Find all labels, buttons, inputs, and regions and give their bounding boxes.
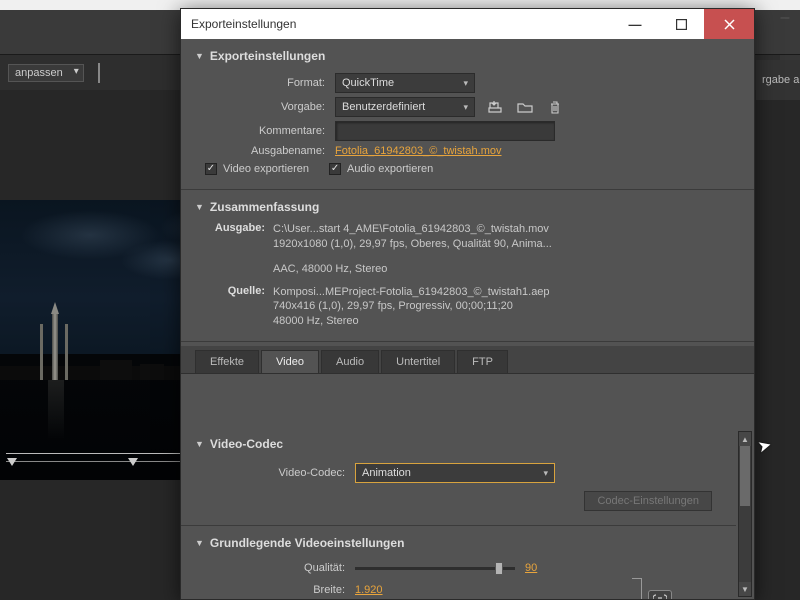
section-title: Video-Codec [210,437,283,451]
close-button[interactable] [704,9,754,39]
tab-audio[interactable]: Audio [321,350,379,373]
tab-effects[interactable]: Effekte [195,350,259,373]
constrain-proportions-icon[interactable] [648,590,672,599]
vertical-scrollbar[interactable]: ▲ ▼ [738,431,752,597]
summary-source-text: Komposi...MEProject-Fotolia_61942803_©_t… [273,285,550,330]
video-codec-header[interactable]: ▼ Video-Codec [195,433,722,457]
scroll-down-arrow[interactable]: ▼ [739,582,751,596]
dialog-body: ▼ Exporteinstellungen Format: QuickTime … [181,39,754,599]
quality-value[interactable]: 90 [525,562,537,574]
preset-label: Vorgabe: [195,101,325,113]
right-panel-fragment: rgabe a [756,60,800,100]
chevron-down-icon: ▼ [195,51,204,61]
save-preset-icon[interactable] [485,98,505,116]
maximize-button[interactable] [658,9,704,39]
tab-video[interactable]: Video [261,350,319,373]
tab-ftp[interactable]: FTP [457,350,508,373]
format-dropdown[interactable]: QuickTime [335,73,475,93]
export-audio-label: Audio exportieren [347,163,433,175]
basic-video-section: ▼ Grundlegende Videoeinstellungen Qualit… [181,526,736,599]
export-settings-section: ▼ Exporteinstellungen Format: QuickTime … [181,39,754,190]
summary-output-label: Ausgabe: [203,222,265,277]
dialog-title-text: Exporteinstellungen [191,17,296,31]
summary-output-text: C:\User...start 4_AME\Fotolia_61942803_©… [273,222,552,277]
video-tab-scroll-area: ▼ Video-Codec Video-Codec: Animation Cod… [181,427,736,599]
basic-video-header[interactable]: ▼ Grundlegende Videoeinstellungen [195,532,722,556]
video-codec-section: ▼ Video-Codec Video-Codec: Animation Cod… [181,427,736,526]
fit-dropdown[interactable]: anpassen [8,64,84,82]
panel-divider-icon [98,63,118,83]
dialog-titlebar[interactable]: Exporteinstellungen — [181,9,754,39]
dimension-link-bracket [632,578,642,599]
export-video-checkbox[interactable]: ✓ [205,163,217,175]
import-preset-icon[interactable] [515,98,535,116]
comments-label: Kommentare: [195,125,325,137]
chevron-down-icon: ▼ [195,439,204,449]
comments-input[interactable] [335,121,555,141]
summary-header[interactable]: ▼ Zusammenfassung [195,196,740,220]
video-codec-dropdown[interactable]: Animation [355,463,555,483]
in-point-marker[interactable] [7,458,17,466]
width-label: Breite: [195,584,345,596]
chevron-down-icon: ▼ [195,538,204,548]
video-codec-label: Video-Codec: [195,467,345,479]
export-video-label: Video exportieren [223,163,309,175]
section-title: Grundlegende Videoeinstellungen [210,536,404,550]
summary-section: ▼ Zusammenfassung Ausgabe: C:\User...sta… [181,190,754,342]
chevron-down-icon: ▼ [195,202,204,212]
codec-settings-button: Codec-Einstellungen [584,491,712,511]
summary-source-label: Quelle: [203,285,265,330]
export-settings-dialog: Exporteinstellungen — ▼ Exporteinstellun… [180,8,755,600]
settings-tabs: Effekte Video Audio Untertitel FTP [181,346,754,374]
scroll-up-arrow[interactable]: ▲ [739,432,751,446]
width-value[interactable]: 1.920 [355,584,383,596]
quality-slider[interactable] [355,567,515,570]
output-name-label: Ausgabename: [195,145,325,157]
tab-subtitles[interactable]: Untertitel [381,350,455,373]
bg-minimize-icon[interactable]: – [770,8,800,28]
output-filename-link[interactable]: Fotolia_61942803_©_twistah.mov [335,145,502,157]
quality-label: Qualität: [195,562,345,574]
delete-preset-icon[interactable] [545,98,565,116]
out-point-marker[interactable] [128,458,138,466]
scrollbar-thumb[interactable] [740,446,750,506]
export-audio-checkbox[interactable]: ✓ [329,163,341,175]
format-label: Format: [195,77,325,89]
export-settings-header[interactable]: ▼ Exporteinstellungen [195,45,740,69]
minimize-button[interactable]: — [612,9,658,39]
section-title: Exporteinstellungen [210,49,325,63]
section-title: Zusammenfassung [210,200,319,214]
preset-dropdown[interactable]: Benutzerdefiniert [335,97,475,117]
